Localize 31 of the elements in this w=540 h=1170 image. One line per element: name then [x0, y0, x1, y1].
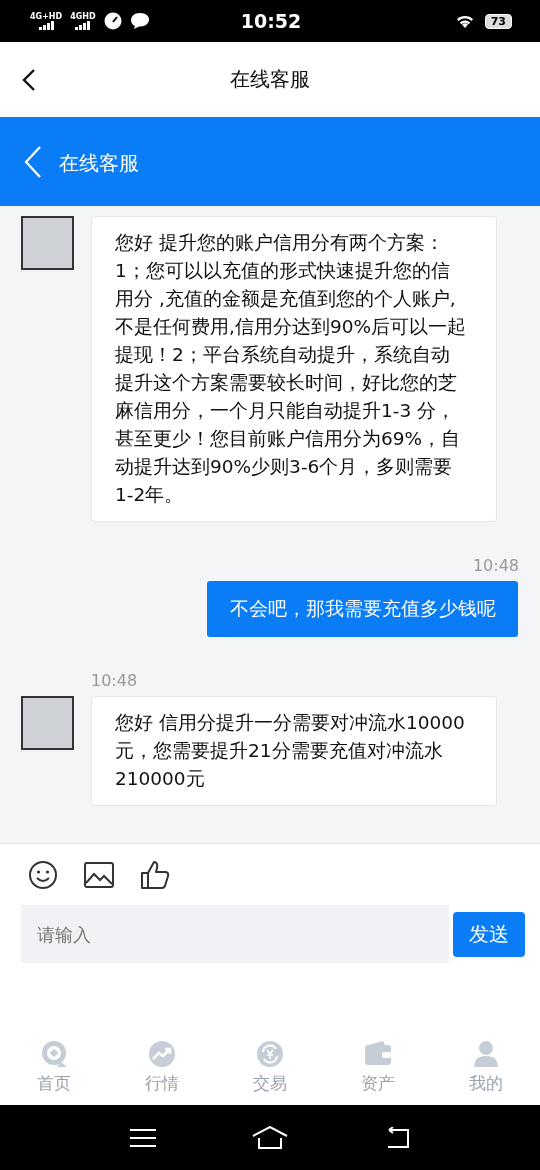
image-icon[interactable] [84, 862, 114, 888]
nav-tab[interactable]: 交易 [216, 1035, 324, 1105]
avatar-photo [21, 216, 74, 270]
chat-title: 在线客服 [59, 150, 139, 177]
send-button[interactable]: 发送 [453, 911, 525, 957]
trend-chart-icon [147, 1039, 177, 1069]
message-icon [129, 12, 150, 30]
page-title: 在线客服 [230, 66, 310, 93]
back-icon[interactable] [22, 68, 36, 92]
wifi-icon [454, 13, 475, 29]
nav-tab[interactable]: 我的 [432, 1035, 540, 1105]
thumbs-up-icon[interactable] [140, 860, 170, 890]
nav-tab[interactable]: 首页 [0, 1035, 108, 1105]
message-bubble: 不会吧，那我需要充值多少钱呢 [207, 581, 518, 637]
home-icon [39, 1039, 69, 1069]
message-time: 10:48 [472, 556, 519, 575]
emoji-icon[interactable] [28, 860, 58, 890]
message-bubble: 您好 信用分提升一分需要对冲流水10000元，您需要提升21分需要充值对冲流水210000元 [91, 696, 497, 806]
message-input[interactable]: 请输入 [21, 905, 449, 963]
battery-icon: 73 [484, 13, 512, 29]
nav-tab[interactable]: 行情 [108, 1035, 216, 1105]
message-time: 10:48 [91, 671, 139, 690]
gauge-icon [103, 12, 122, 30]
status-time: 10:52 [240, 10, 302, 32]
menu-icon[interactable] [130, 1127, 156, 1148]
person-icon [471, 1039, 501, 1069]
exchange-icon [255, 1039, 285, 1069]
nav-tab[interactable]: 资产 [324, 1035, 432, 1105]
message-bubble: 您好 提升您的账户信用分有两个方案：1；您可以以充值的形式快速提升您的信用分 ,充值的金额是充值到您的个人账户,不是任何费用,信用分达到90%后可以一起提现！2；平台系统自动提升，系统自动提升这个方案需要较长时间，好比您的芝麻信用分，一个月只能自动提升1-3 分，甚至更少！您目前账户信用分为69%，自动提升达到90%少则3-6个月，多则需要1-2年。 [91, 216, 497, 522]
avatar-photo [21, 696, 74, 750]
home-icon[interactable] [252, 1125, 288, 1150]
